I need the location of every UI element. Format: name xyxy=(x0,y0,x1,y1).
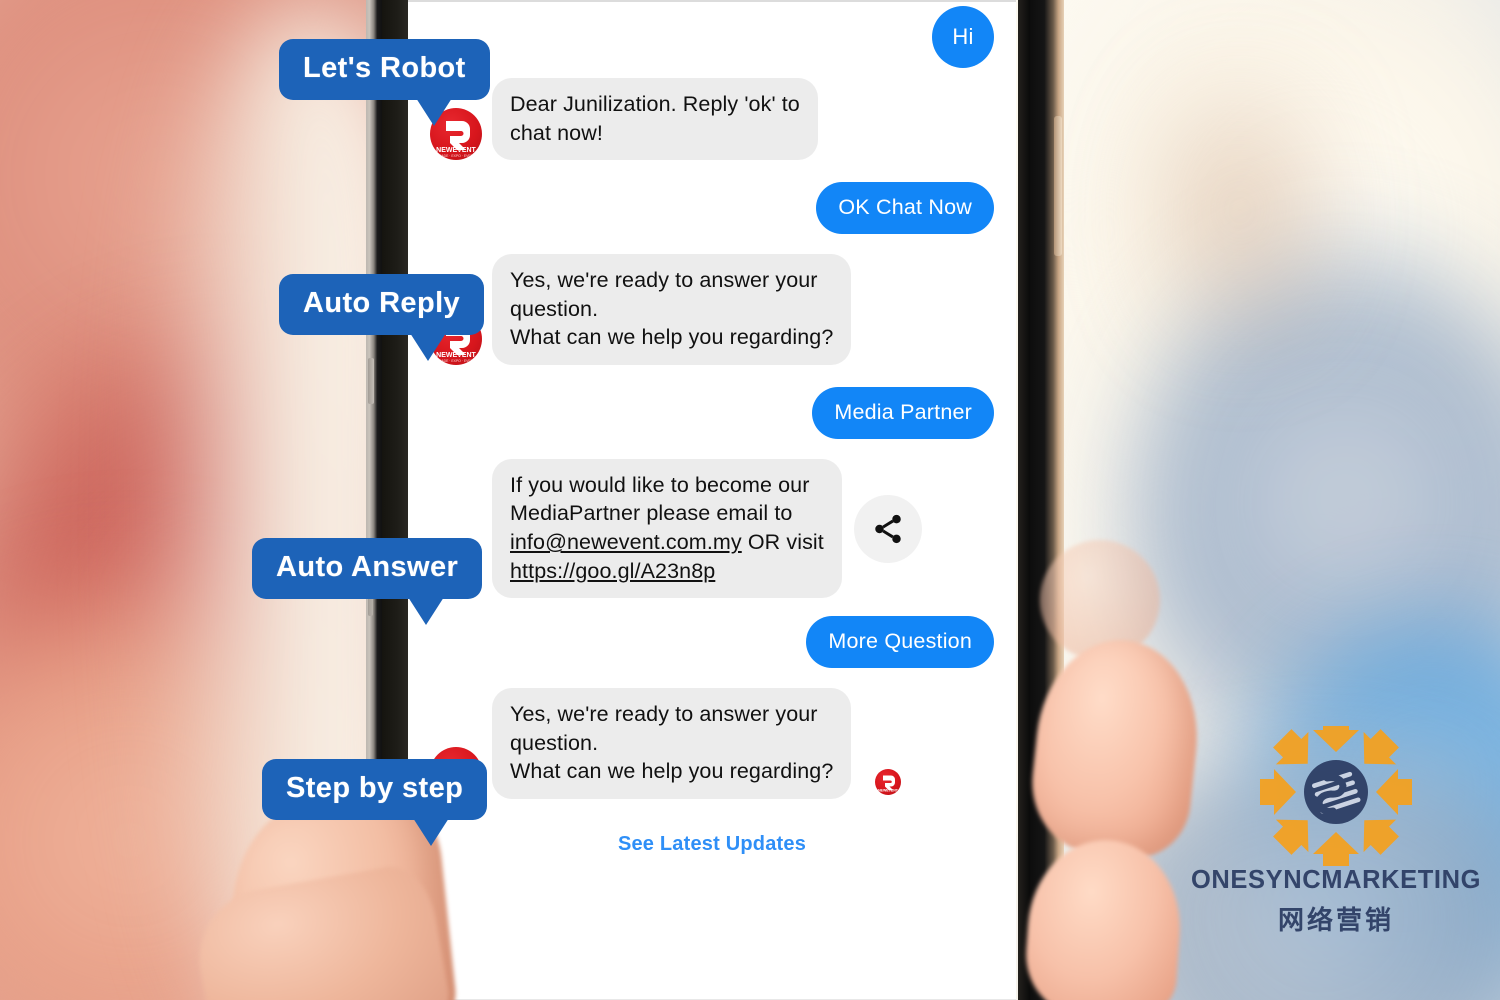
bubble-line: What can we help you regarding? xyxy=(510,759,834,784)
external-url-link[interactable]: https://goo.gl/A23n8p xyxy=(510,559,715,583)
bubble-line: MediaPartner please email to xyxy=(510,501,793,526)
message-row-outgoing: Hi xyxy=(430,6,994,68)
bubble-line: question. xyxy=(510,730,599,755)
bubble-line: If you would like to become our xyxy=(510,472,810,497)
bubble-line: What can we help you regarding? xyxy=(510,325,834,350)
svg-text:NEWEVENT: NEWEVENT xyxy=(436,147,476,154)
chat-bubble-outgoing[interactable]: Hi xyxy=(932,6,994,68)
phone-screen: Hi NEWEVENT TRADE · EXPO · EVENT Dear Ju… xyxy=(408,0,1016,1000)
bubble-line: chat now! xyxy=(510,120,603,145)
watermark-brand-name: ONESYNCMARKETING xyxy=(1190,866,1482,894)
bubble-line: question. xyxy=(510,296,599,321)
bubble-line: Yes, we're ready to answer your xyxy=(510,268,818,293)
see-latest-updates-link[interactable]: See Latest Updates xyxy=(430,833,994,856)
chat-bubble-outgoing[interactable]: More Question xyxy=(806,616,994,669)
callout-auto-reply: Auto Reply xyxy=(279,274,485,361)
phone-right-bezel xyxy=(1030,0,1064,1000)
seen-receipt-avatar: NEWEVENT xyxy=(875,768,902,795)
finger-blur xyxy=(1040,540,1160,660)
bubble-line: OR visit xyxy=(741,530,824,555)
chat-thread: Hi NEWEVENT TRADE · EXPO · EVENT Dear Ju… xyxy=(408,6,1016,856)
svg-text:TRADE · EXPO · EVENT: TRADE · EXPO · EVENT xyxy=(437,154,475,158)
chat-bubble-outgoing[interactable]: OK Chat Now xyxy=(816,182,994,235)
message-row-outgoing: Media Partner xyxy=(430,386,994,439)
onesync-logo-icon xyxy=(1260,716,1412,868)
chat-bubble-outgoing[interactable]: Media Partner xyxy=(812,386,994,439)
phone-right-frame xyxy=(1018,0,1030,1000)
chat-bubble-incoming: Yes, we're ready to answer your question… xyxy=(492,688,852,799)
svg-text:NEWEVENT: NEWEVENT xyxy=(878,788,899,792)
bubble-line: Yes, we're ready to answer your xyxy=(510,702,818,727)
callout-auto-answer: Auto Answer xyxy=(252,538,483,625)
bubble-line: Dear Junilization. Reply 'ok' to xyxy=(510,92,800,116)
callout-lets-robot: Let's Robot xyxy=(279,39,490,126)
message-row-incoming: NEWEVENT TRADE · EXPO · EVENT If you wou… xyxy=(430,458,994,599)
share-button[interactable] xyxy=(853,494,922,563)
message-row-outgoing: OK Chat Now xyxy=(430,182,994,235)
share-icon xyxy=(875,514,901,543)
message-row-outgoing: More Question xyxy=(430,616,994,669)
watermark-brand-chinese: 网络营销 xyxy=(1277,905,1394,935)
message-row-incoming: NEWEVENT TRADE · EXPO · EVENT Yes, we're… xyxy=(430,254,994,365)
smartphone: Hi NEWEVENT TRADE · EXPO · EVENT Dear Ju… xyxy=(366,0,1064,1000)
message-row-incoming: NEWEVENT TRADE · EXPO · EVENT Dear Junil… xyxy=(430,78,994,161)
callout-step-by-step: Step by step xyxy=(262,759,488,846)
onesyncmarketing-watermark: ONESYNCMARKETING 网络营销 xyxy=(1186,716,1486,938)
chat-bubble-incoming: If you would like to become our MediaPar… xyxy=(492,458,842,599)
chat-bubble-incoming: Dear Junilization. Reply 'ok' to chat no… xyxy=(492,78,818,161)
message-row-incoming: NEWEVENT TRADE · EXPO · EVENT Yes, we're… xyxy=(430,688,994,799)
chat-bubble-incoming: Yes, we're ready to answer your question… xyxy=(492,254,852,365)
screen-top-divider xyxy=(408,0,1016,2)
email-link[interactable]: info@newevent.com.my xyxy=(510,530,742,554)
